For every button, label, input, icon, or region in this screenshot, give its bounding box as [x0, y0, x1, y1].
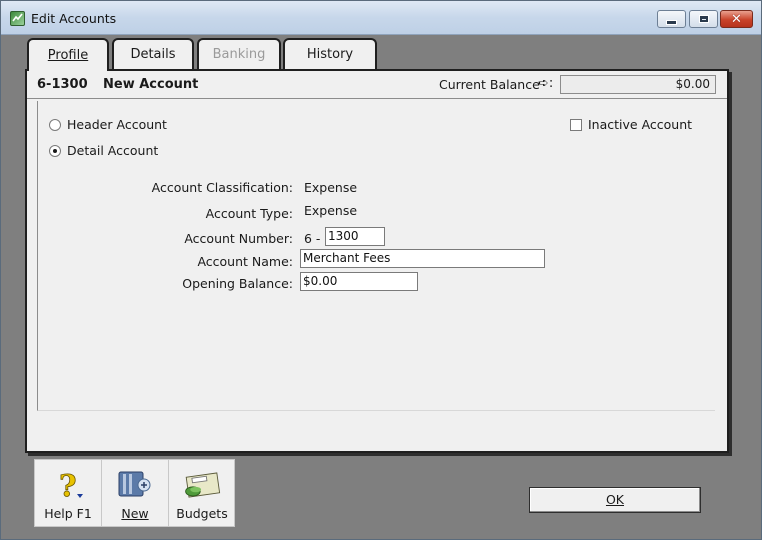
budget-card-icon	[185, 472, 221, 498]
bottom-toolbar: ? Help F1 New Budgets	[34, 459, 235, 527]
tab-history-label: History	[306, 47, 354, 62]
new-label: New	[102, 506, 168, 521]
account-name-input[interactable]: Merchant Fees	[300, 249, 545, 268]
edit-accounts-window: Edit Accounts ✕ Profile Details Banking …	[0, 0, 762, 540]
close-icon: ✕	[731, 11, 742, 27]
account-header: 6-1300 New Account Current Balance ➪: $0…	[27, 71, 727, 99]
type-value: Expense	[304, 203, 358, 218]
tab-profile-label: Profile	[47, 48, 89, 63]
maximize-icon	[698, 15, 709, 23]
tab-details[interactable]: Details	[112, 38, 194, 69]
tab-banking: Banking	[197, 38, 281, 69]
title-bar[interactable]: Edit Accounts ✕	[1, 1, 761, 35]
question-mark-icon: ?	[59, 469, 83, 502]
minimize-button[interactable]	[657, 10, 686, 28]
opening-balance-label: Opening Balance:	[182, 276, 293, 291]
new-button[interactable]: New	[102, 460, 169, 526]
help-button[interactable]: ? Help F1	[35, 460, 102, 526]
account-number-input[interactable]: 1300	[325, 227, 385, 246]
ok-button[interactable]: OK	[529, 487, 701, 513]
close-button[interactable]: ✕	[720, 10, 753, 28]
maximize-button[interactable]	[689, 10, 718, 28]
classification-value: Expense	[304, 180, 358, 195]
number-label: Account Number:	[184, 231, 293, 246]
tab-history[interactable]: History	[283, 38, 377, 69]
profile-panel: 6-1300 New Account Current Balance ➪: $0…	[25, 69, 729, 453]
radio-button-checked[interactable]	[49, 144, 61, 157]
minimize-icon	[666, 19, 677, 25]
new-label-text: New	[121, 506, 149, 521]
app-icon	[10, 11, 25, 26]
current-balance-value: $0.00	[560, 75, 716, 94]
current-balance-label: Current Balance	[439, 77, 540, 92]
ok-label: OK	[605, 492, 625, 507]
budgets-button[interactable]: Budgets	[169, 460, 235, 526]
radio-button-unchecked[interactable]	[49, 118, 61, 131]
tab-profile[interactable]: Profile	[27, 38, 109, 71]
type-label: Account Type:	[205, 206, 293, 221]
inactive-account-label: Inactive Account	[588, 117, 693, 132]
arrow-right-icon: ➪:	[538, 76, 554, 91]
name-label: Account Name:	[197, 254, 293, 269]
detail-account-label: Detail Account	[67, 143, 159, 158]
checkbox-unchecked[interactable]	[570, 118, 582, 131]
classification-label: Account Classification:	[151, 180, 293, 195]
svg-text:?: ?	[59, 469, 77, 502]
header-account-name: New Account	[103, 77, 199, 92]
budgets-label: Budgets	[176, 506, 228, 521]
detail-account-radio[interactable]: Detail Account	[49, 143, 158, 158]
header-account-label: Header Account	[67, 117, 167, 132]
inactive-account-checkbox[interactable]: Inactive Account	[570, 117, 692, 132]
help-label: Help F1	[44, 506, 92, 521]
book-icon	[118, 471, 151, 497]
tab-details-label: Details	[130, 47, 176, 62]
header-account-radio[interactable]: Header Account	[49, 117, 167, 132]
header-account-number: 6-1300	[37, 77, 88, 92]
number-prefix: 6 -	[304, 231, 321, 246]
opening-balance-input[interactable]: $0.00	[300, 272, 418, 291]
tab-banking-label: Banking	[212, 47, 266, 62]
window-title: Edit Accounts	[31, 11, 117, 26]
